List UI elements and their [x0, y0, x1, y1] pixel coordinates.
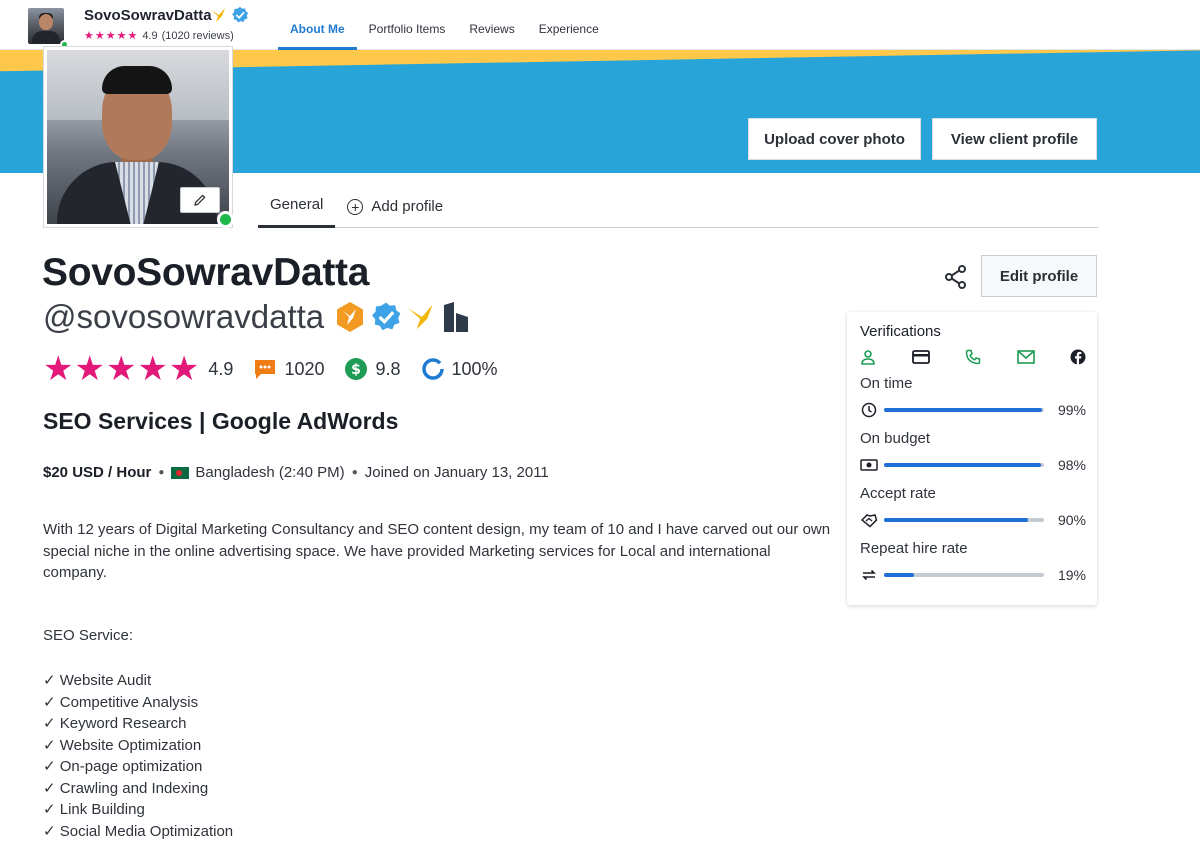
repeat-hire-rate-metric: 19% [860, 566, 1086, 584]
accept-rate-progress-fill [884, 518, 1028, 522]
nav-review-count: (1020 reviews) [161, 29, 234, 42]
repeat-icon [862, 569, 876, 581]
tab-general-label: General [270, 196, 324, 213]
view-client-profile-button[interactable]: View client profile [932, 118, 1097, 160]
pencil-icon [194, 194, 206, 206]
upload-cover-photo-button[interactable]: Upload cover photo [748, 118, 921, 160]
tab-about-me[interactable]: About Me [278, 0, 357, 50]
repeat-hire-rate-progress-fill [884, 573, 915, 577]
accept-rate-label: Accept rate [860, 485, 936, 502]
on-budget-metric: 98% [860, 456, 1086, 474]
preferred-freelancer-badge-icon [337, 302, 364, 332]
verified-badge-icon [372, 302, 401, 331]
add-circle-icon: + [347, 198, 364, 215]
star-rating-icon: ★★★★★ [84, 30, 139, 42]
tab-reviews[interactable]: Reviews [457, 0, 526, 50]
on-budget-progress-bar [884, 463, 1044, 467]
add-profile-label: Add profile [371, 197, 444, 215]
profile-photo [44, 47, 232, 227]
review-count: 1020 [284, 358, 325, 379]
services-title: SEO Service: [43, 627, 134, 644]
nav-rating: ★★★★★ 4.9 (1020 reviews) [84, 29, 234, 43]
hourly-rate: $20 USD / Hour [43, 464, 152, 481]
facebook-icon [1070, 349, 1086, 365]
repeat-hire-rate-progress-bar [884, 573, 1044, 577]
on-budget-progress-fill [884, 463, 1041, 467]
add-profile-button[interactable]: + Add profile [335, 185, 455, 228]
earnings-score: 9.8 [375, 358, 401, 379]
separator-dot: ● [158, 467, 165, 478]
profile-tabs: About Me Portfolio Items Reviews Experie… [278, 0, 611, 50]
phone-verified-icon [965, 349, 981, 365]
list-item: ✓ Link Building [43, 801, 145, 818]
money-icon [860, 459, 878, 471]
email-verified-icon [1016, 350, 1035, 364]
reviews-icon [255, 360, 276, 379]
edit-photo-button[interactable] [180, 187, 220, 213]
online-status-dot-large [217, 211, 234, 228]
profile-subtabs: General + Add profile [258, 185, 1098, 228]
svg-text:$: $ [352, 362, 362, 378]
services-list: ✓ Website Audit ✓ Competitive Analysis ✓… [43, 670, 233, 842]
profile-stats: ★★★★★ 4.9 1020 $ 9.8 100% [43, 352, 518, 386]
nav-avatar[interactable] [28, 8, 64, 44]
list-item: ✓ Website Audit [43, 672, 152, 689]
joined-date: Joined on January 13, 2011 [364, 464, 549, 481]
tab-portfolio-items[interactable]: Portfolio Items [357, 0, 458, 50]
location: Bangladesh (2:40 PM) [195, 464, 345, 481]
on-budget-label: On budget [860, 430, 931, 447]
verifications-card: Verifications On time 99% On budget 98% … [847, 312, 1097, 605]
hummingbird-badge-icon [408, 304, 433, 330]
separator-dot: ● [351, 467, 358, 478]
on-time-metric: 99% [860, 401, 1086, 419]
identity-verified-icon [861, 350, 875, 365]
bangladesh-flag-icon [171, 466, 190, 479]
verification-icons [860, 349, 1086, 365]
share-icon[interactable] [942, 263, 970, 291]
profile-handle: @sovosowravdatta [43, 298, 325, 335]
handshake-icon [860, 514, 878, 528]
handle-row: @sovosowravdatta [43, 298, 470, 336]
accept-rate-metric: 90% [860, 511, 1086, 529]
nav-rating-value: 4.9 [142, 29, 158, 42]
profile-headline: SEO Services | Google AdWords [43, 408, 399, 434]
star-rating-icon: ★★★★★ [43, 350, 201, 388]
completion-ring-icon [421, 358, 444, 380]
edit-profile-button[interactable]: Edit profile [981, 255, 1097, 297]
repeat-hire-rate-percent: 19% [1057, 567, 1086, 583]
on-time-progress-fill [884, 408, 1043, 412]
payment-verified-icon [911, 350, 930, 364]
accept-rate-percent: 90% [1057, 512, 1086, 528]
rating-value: 4.9 [208, 358, 234, 379]
profile-description: With 12 years of Digital Marketing Consu… [43, 521, 831, 581]
profile-badges [334, 301, 470, 333]
list-item: ✓ Keyword Research [43, 715, 187, 732]
top-navigation: SovoSowravDatta ★★★★★ 4.9 (1020 reviews)… [0, 0, 1200, 50]
repeat-hire-rate-label: Repeat hire rate [860, 540, 968, 557]
hummingbird-badge-icon [211, 8, 225, 22]
accept-rate-progress-bar [884, 518, 1044, 522]
list-item: ✓ Social Media Optimization [43, 822, 234, 840]
tab-experience[interactable]: Experience [527, 0, 611, 50]
on-time-percent: 99% [1057, 402, 1086, 418]
verifications-title: Verifications [860, 323, 941, 340]
on-time-label: On time [860, 375, 913, 392]
clock-icon [861, 402, 877, 418]
on-budget-percent: 98% [1057, 457, 1086, 473]
on-time-progress-bar [884, 408, 1044, 412]
list-item: ✓ Website Optimization [43, 736, 202, 754]
nav-username: SovoSowravDatta [84, 7, 212, 24]
list-item: ✓ Crawling and Indexing [43, 779, 209, 797]
profile-meta: $20 USD / Hour ● Bangladesh (2:40 PM) ● … [43, 464, 549, 481]
profile-name: SovoSowravDatta [42, 251, 370, 294]
tab-general[interactable]: General [258, 185, 336, 228]
list-item: ✓ On-page optimization [43, 758, 203, 775]
earnings-icon: $ [345, 358, 368, 380]
list-item: ✓ Competitive Analysis [43, 693, 199, 711]
enterprise-badge-icon [444, 302, 469, 332]
completion-rate: 100% [451, 358, 498, 379]
verified-badge-icon [232, 6, 249, 23]
nav-badges [210, 6, 249, 24]
